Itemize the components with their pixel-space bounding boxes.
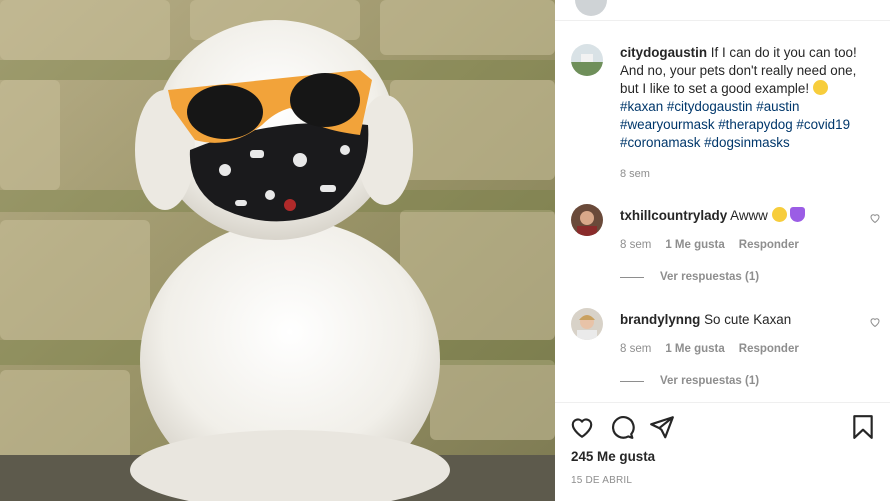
avatar[interactable]	[571, 204, 603, 236]
comment-meta: 8 sem 1 Me gusta Responder	[620, 239, 799, 251]
hashtags[interactable]: #kaxan #citydogaustin	[620, 99, 753, 114]
caption-text: citydogaustin If I can do it you can too…	[620, 44, 871, 152]
caption-username[interactable]: citydogaustin	[620, 45, 707, 60]
view-replies-button[interactable]: Ver respuestas (1)	[620, 375, 759, 387]
header-avatar[interactable]	[575, 0, 607, 16]
comment-likes[interactable]: 1 Me gusta	[665, 239, 724, 251]
comment-meta: 8 sem 1 Me gusta Responder	[620, 343, 799, 355]
heart-icon[interactable]	[569, 414, 595, 440]
avatar[interactable]	[571, 44, 603, 76]
comment-text: txhillcountrylady Awww	[620, 204, 806, 236]
reply-button[interactable]: Responder	[739, 343, 799, 355]
post-actions: 245 Me gusta 15 DE ABRIL	[555, 402, 890, 501]
post-likes-count[interactable]: 245 Me gusta	[571, 449, 655, 464]
comment-likes[interactable]: 1 Me gusta	[665, 343, 724, 355]
comment-time[interactable]: 8 sem	[620, 239, 651, 251]
reply-button[interactable]: Responder	[739, 239, 799, 251]
comment-time[interactable]: 8 sem	[620, 343, 651, 355]
purple-heart-emoji-icon	[790, 207, 806, 222]
dog-in-mask-image	[0, 0, 555, 501]
comment-body: Awww	[730, 208, 768, 223]
post-sidebar: citydogaustin If I can do it you can too…	[555, 0, 890, 501]
post-caption: citydogaustin If I can do it you can too…	[571, 44, 871, 152]
post-photo[interactable]	[0, 0, 555, 501]
comment-text: brandylynng So cute Kaxan	[620, 308, 791, 340]
smiling-face-emoji-icon	[771, 207, 787, 222]
comment-username[interactable]: brandylynng	[620, 312, 700, 327]
post-header	[555, 0, 890, 21]
comment-username[interactable]: txhillcountrylady	[620, 208, 727, 223]
comment-icon[interactable]	[609, 414, 635, 440]
replies-divider	[620, 276, 644, 278]
replies-divider	[620, 380, 644, 382]
caption-time[interactable]: 8 sem	[620, 168, 650, 180]
comment-body: So cute Kaxan	[704, 312, 792, 327]
paper-plane-icon[interactable]	[649, 414, 675, 440]
avatar[interactable]	[571, 308, 603, 340]
view-replies-button[interactable]: Ver respuestas (1)	[620, 271, 759, 283]
grinning-face-emoji-icon	[812, 80, 828, 95]
comment-like-heart-icon[interactable]	[869, 212, 881, 224]
post-date[interactable]: 15 DE ABRIL	[571, 475, 632, 486]
comment-item: brandylynng So cute Kaxan 8 sem 1 Me gus…	[571, 308, 880, 387]
comment-item: txhillcountrylady Awww 8 sem 1 Me gusta …	[571, 204, 880, 283]
view-replies-label[interactable]: Ver respuestas (1)	[660, 271, 759, 283]
view-replies-label[interactable]: Ver respuestas (1)	[660, 375, 759, 387]
bookmark-icon[interactable]	[850, 414, 876, 440]
comment-like-heart-icon[interactable]	[869, 316, 881, 328]
